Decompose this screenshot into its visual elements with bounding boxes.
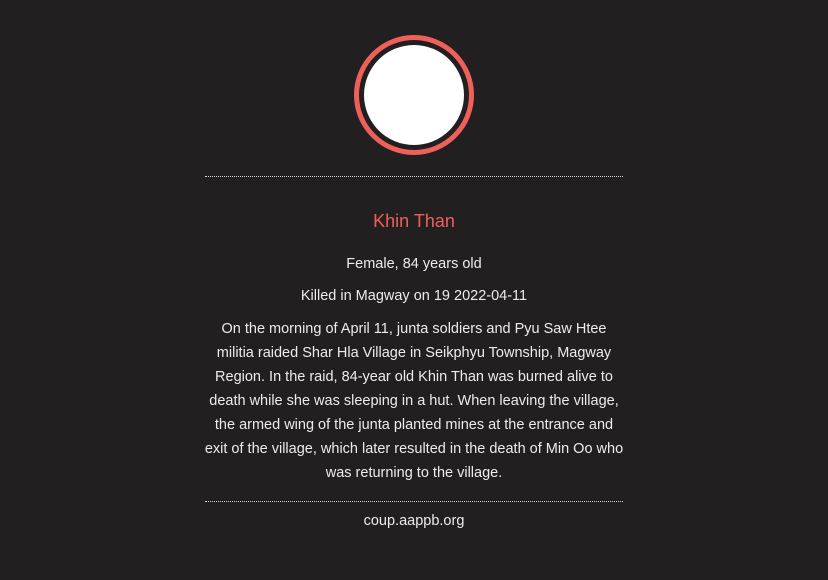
gender-age: Female, 84 years old [346,256,482,272]
description: On the morning of April 11, junta soldie… [195,317,633,485]
description-line: On the morning of April 11, junta soldie… [221,321,607,337]
description-line: Region. In the raid, 84-year old Khin Th… [215,369,613,385]
top-divider [205,176,623,177]
description-line: the armed wing of the junta planted mine… [214,417,614,433]
person-name: Khin Than [373,211,455,231]
bottom-divider [205,501,623,502]
avatar [354,35,474,155]
description-line: exit of the village, which later resulte… [204,441,624,457]
avatar-photo-placeholder [364,45,464,145]
source-link[interactable]: coup.aappb.org [195,513,633,529]
death-info: Killed in Magway on 19 2022-04-11 [300,288,528,304]
description-line: militia raided Shar Hla Village in Seikp… [216,345,612,361]
description-line: death while she was sleeping in a hut. W… [209,393,619,409]
description-line: was returning to the village. [325,465,503,481]
